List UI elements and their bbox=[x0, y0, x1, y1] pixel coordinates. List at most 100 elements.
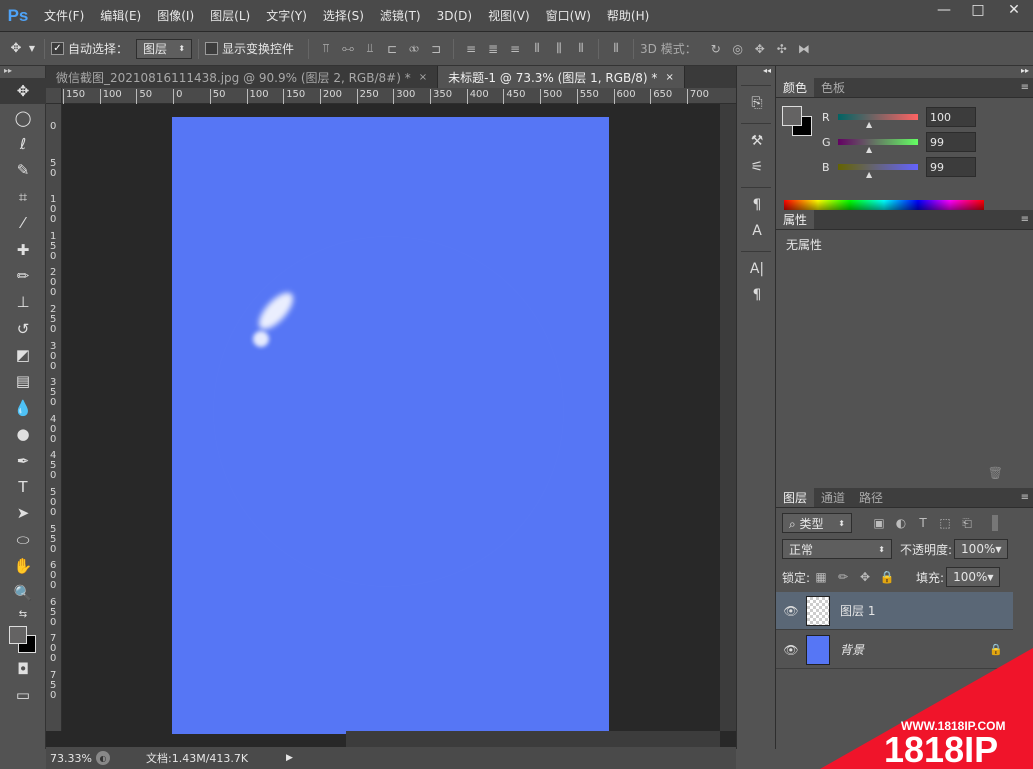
close-button[interactable]: ✕ bbox=[995, 0, 1033, 20]
green-value-input[interactable]: 99 bbox=[926, 132, 976, 152]
menu-window[interactable]: 窗口(W) bbox=[538, 7, 599, 24]
menu-filter[interactable]: 滤镜(T) bbox=[372, 7, 429, 24]
auto-select-checkbox[interactable]: ✓ bbox=[51, 42, 64, 55]
menu-file[interactable]: 文件(F) bbox=[36, 7, 92, 24]
align-bottom-icon[interactable]: ⫫ bbox=[359, 39, 381, 59]
blue-value-input[interactable]: 99 bbox=[926, 157, 976, 177]
eye-icon[interactable]: 👁 bbox=[776, 604, 806, 618]
ruler-origin[interactable] bbox=[46, 88, 62, 104]
align-vcenter-icon[interactable]: ⧟ bbox=[337, 39, 359, 59]
eye-icon[interactable]: 👁 bbox=[776, 643, 806, 657]
3d-pan-icon[interactable]: ✥ bbox=[749, 39, 771, 59]
status-arrow-icon[interactable]: ▶ bbox=[286, 753, 293, 763]
collapse-arrows-icon[interactable]: ▸▸ bbox=[0, 66, 45, 78]
lock-pixels-icon[interactable]: ✏ bbox=[832, 567, 854, 587]
blur-icon[interactable]: 💧 bbox=[0, 395, 46, 421]
layer-name[interactable]: 图层 1 bbox=[840, 602, 875, 619]
filter-toggle[interactable] bbox=[992, 515, 998, 531]
brush-presets-icon[interactable]: ⚟ bbox=[737, 154, 777, 180]
ellipse-shape-icon[interactable]: ⬭ bbox=[0, 527, 46, 553]
menu-layer[interactable]: 图层(L) bbox=[202, 7, 258, 24]
align-left-icon[interactable]: ⊏ bbox=[381, 39, 403, 59]
slider-thumb-icon[interactable]: ▲ bbox=[866, 120, 872, 129]
3d-rotate-icon[interactable]: ↻ bbox=[705, 39, 727, 59]
distribute-vcenter-icon[interactable]: ≣ bbox=[482, 39, 504, 59]
align-hcenter-icon[interactable]: ⧞ bbox=[403, 39, 425, 59]
crop-icon[interactable]: ⌗ bbox=[0, 184, 46, 210]
show-transform-checkbox[interactable] bbox=[205, 42, 219, 55]
red-value-input[interactable]: 100 bbox=[926, 107, 976, 127]
menu-help[interactable]: 帮助(H) bbox=[599, 7, 657, 24]
lock-all-icon[interactable]: 🔒 bbox=[876, 567, 898, 587]
move-tool-icon[interactable]: ✥ bbox=[0, 78, 46, 105]
slider-thumb-icon[interactable]: ▲ bbox=[866, 170, 872, 179]
filter-adjustment-icon[interactable]: ◐ bbox=[890, 513, 912, 533]
layer-filter-dropdown[interactable]: ⌕ 类型 ⬍ bbox=[782, 513, 852, 533]
fill-input[interactable]: 100% ▼ bbox=[946, 567, 1001, 587]
filter-type-icon[interactable]: T bbox=[912, 513, 934, 533]
tab-wechat-screenshot[interactable]: 微信截图_20210816111438.jpg @ 90.9% (图层 2, R… bbox=[46, 66, 439, 88]
lasso-icon[interactable]: ℓ bbox=[0, 131, 46, 157]
auto-align-icon[interactable]: ⫴ bbox=[605, 39, 627, 59]
horizontal-scrollbar[interactable] bbox=[346, 731, 720, 747]
color-swatches[interactable] bbox=[0, 624, 46, 656]
foreground-color-swatch[interactable] bbox=[782, 106, 802, 126]
tab-swatches[interactable]: 色板 bbox=[814, 78, 852, 97]
3d-slide-icon[interactable]: ✣ bbox=[771, 39, 793, 59]
tab-color[interactable]: 颜色 bbox=[776, 78, 815, 97]
distribute-top-icon[interactable]: ≡ bbox=[460, 39, 482, 59]
collapse-arrows-icon[interactable]: ▸▸ bbox=[776, 66, 1033, 78]
menu-view[interactable]: 视图(V) bbox=[480, 7, 538, 24]
dodge-icon[interactable]: ● bbox=[0, 421, 46, 447]
paragraph-styles-icon[interactable]: ¶ bbox=[737, 192, 777, 218]
color-fg-bg-swatches[interactable] bbox=[782, 106, 814, 138]
vertical-ruler[interactable]: 0 50 100 150 200 250 300 350 400 450 500 550 600 650 7… bbox=[46, 104, 62, 731]
menu-type[interactable]: 文字(Y) bbox=[258, 7, 315, 24]
distribute-right-icon[interactable]: ⦀ bbox=[570, 39, 592, 59]
lock-position-icon[interactable]: ✥ bbox=[854, 567, 876, 587]
close-icon[interactable]: × bbox=[665, 72, 673, 83]
panel-menu-icon[interactable]: ≡ bbox=[1021, 492, 1029, 503]
opacity-input[interactable]: 100% ▼ bbox=[954, 539, 1009, 559]
slider-thumb-icon[interactable]: ▲ bbox=[866, 145, 872, 154]
trash-icon[interactable]: 🗑 bbox=[988, 466, 1003, 480]
align-top-icon[interactable]: ⫪ bbox=[315, 39, 337, 59]
panel-menu-icon[interactable]: ≡ bbox=[1021, 82, 1029, 93]
path-select-icon[interactable]: ➤ bbox=[0, 500, 46, 526]
healing-brush-icon[interactable]: ✚ bbox=[0, 236, 46, 262]
minimize-button[interactable]: — bbox=[927, 0, 961, 20]
vertical-scrollbar[interactable] bbox=[720, 104, 736, 731]
status-menu-icon[interactable]: ◐ bbox=[96, 751, 110, 765]
zoom-level[interactable]: 73.33% bbox=[46, 752, 96, 765]
chevron-down-icon[interactable]: ▼ bbox=[26, 39, 38, 59]
blend-mode-dropdown[interactable]: 正常 ⬍ bbox=[782, 539, 892, 559]
canvas-background-layer[interactable] bbox=[172, 117, 609, 734]
tab-paths[interactable]: 路径 bbox=[852, 488, 890, 507]
quick-mask-icon[interactable]: ◘ bbox=[0, 656, 46, 682]
paragraph-panel-icon[interactable]: ¶ bbox=[737, 282, 777, 308]
tool-presets-icon[interactable]: ⚒ bbox=[737, 128, 777, 154]
history-brush-icon[interactable]: ↺ bbox=[0, 316, 46, 342]
restore-button[interactable]: □ bbox=[961, 0, 995, 20]
tab-layers[interactable]: 图层 bbox=[776, 488, 815, 507]
distribute-hcenter-icon[interactable]: ⫼ bbox=[548, 39, 570, 59]
auto-select-target-dropdown[interactable]: 图层 ⬍ bbox=[136, 38, 193, 59]
close-icon[interactable]: × bbox=[419, 72, 427, 83]
elliptical-marquee-icon[interactable]: ◯ bbox=[0, 104, 46, 130]
zoom-icon[interactable]: 🔍 bbox=[0, 579, 46, 605]
tab-properties[interactable]: 属性 bbox=[776, 210, 815, 229]
menu-3d[interactable]: 3D(D) bbox=[429, 9, 480, 23]
type-icon[interactable]: T bbox=[0, 474, 46, 500]
filter-pixel-icon[interactable]: ▣ bbox=[868, 513, 890, 533]
distribute-left-icon[interactable]: ⦀ bbox=[526, 39, 548, 59]
character-styles-icon[interactable]: A bbox=[737, 218, 777, 244]
green-slider[interactable]: ▲ bbox=[838, 139, 918, 154]
gradient-icon[interactable]: ▤ bbox=[0, 368, 46, 394]
filter-smart-object-icon[interactable]: ⎗ bbox=[956, 513, 978, 533]
pen-icon[interactable]: ✒ bbox=[0, 447, 46, 473]
align-right-icon[interactable]: ⊐ bbox=[425, 39, 447, 59]
layer-row-layer-1[interactable]: 👁 图层 1 bbox=[776, 592, 1013, 630]
hand-icon[interactable]: ✋ bbox=[0, 553, 46, 579]
menu-image[interactable]: 图像(I) bbox=[149, 7, 202, 24]
quick-select-icon[interactable]: ✎ bbox=[0, 157, 46, 183]
